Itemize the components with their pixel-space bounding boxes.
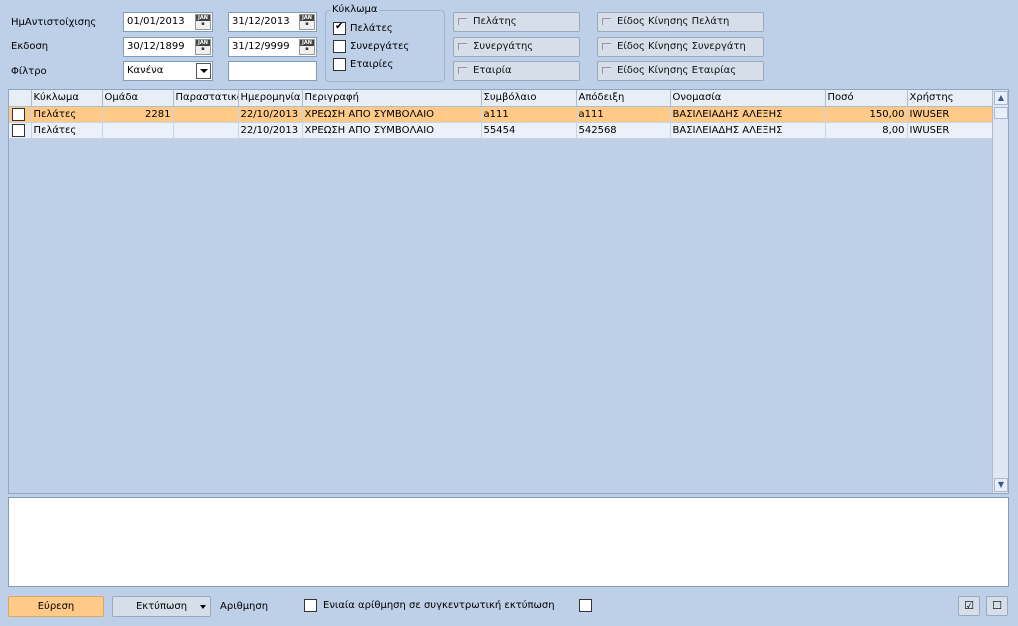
cell-circuit: Πελάτες	[31, 122, 103, 139]
notes-textarea[interactable]	[8, 497, 1009, 587]
column-header[interactable]: Απόδειξη	[576, 90, 671, 107]
cell-name: ΒΑΣΙΛΕΙΑΔΗΣ ΑΛΕΞΗΣ	[670, 106, 826, 123]
table-row[interactable]: Πελάτες 2281 22/10/2013 ΧΡΕΩΣΗ ΑΠΟ ΣΥΜΒΟ…	[9, 106, 994, 123]
cell-circuit: Πελάτες	[31, 106, 103, 123]
results-grid: Κύκλωμα Ομάδα Παραστατικό Ημερομηνία Περ…	[8, 89, 1009, 494]
checkbox[interactable]	[579, 599, 592, 612]
toggle-icon	[458, 42, 467, 50]
unified-numbering-option[interactable]: Ενιαία αρίθμηση σε συγκεντρωτική εκτύπωσ…	[304, 599, 555, 612]
column-header[interactable]: Συμβόλαιο	[481, 90, 577, 107]
toggle-icon	[602, 42, 611, 50]
cell-description: ΧΡΕΩΣΗ ΑΠΟ ΣΥΜΒΟΛΑΙΟ	[302, 122, 482, 139]
issue-from-field[interactable]: 30/12/1899 JAN ▪	[123, 37, 213, 57]
cell-user: IWUSER	[907, 106, 994, 123]
filter-select[interactable]: Κανένα	[123, 61, 213, 81]
column-header[interactable]: Ποσό	[825, 90, 908, 107]
column-header[interactable]: Κύκλωμα	[31, 90, 103, 107]
dropdown-arrow-icon[interactable]	[200, 605, 206, 609]
cell-contract: 55454	[481, 122, 577, 139]
extra-option[interactable]	[579, 599, 592, 612]
table-row[interactable]: Πελάτες 22/10/2013 ΧΡΕΩΣΗ ΑΠΟ ΣΥΜΒΟΛΑΙΟ …	[9, 122, 994, 139]
circuit-option-customers[interactable]: Πελάτες	[333, 21, 393, 35]
cell-document	[173, 106, 239, 123]
date-match-label: ΗμΑντιστοίχισης	[11, 17, 97, 28]
checkbox[interactable]	[333, 58, 346, 71]
check-all-button[interactable]: ☑	[958, 596, 980, 616]
numbering-label: Αριθμηση	[220, 601, 269, 612]
cell-amount: 8,00	[825, 122, 908, 139]
chevron-up-icon[interactable]: ▲	[994, 91, 1008, 105]
toggle-icon	[458, 17, 467, 25]
customer-toggle-button[interactable]: Πελάτης	[453, 12, 580, 32]
issue-from-value: 30/12/1899	[127, 41, 185, 52]
toggle-icon	[602, 66, 611, 74]
cell-receipt: 542568	[576, 122, 671, 139]
column-header[interactable]: Παραστατικό	[173, 90, 239, 107]
calendar-icon[interactable]: JAN ▪	[195, 14, 211, 30]
circuit-option-partners[interactable]: Συνεργάτες	[333, 40, 409, 53]
chevron-down-icon[interactable]	[196, 63, 211, 79]
issue-to-value: 31/12/9999	[232, 41, 290, 52]
company-toggle-button[interactable]: Εταιρία	[453, 61, 580, 81]
column-header[interactable]: Ομάδα	[102, 90, 174, 107]
column-header[interactable]: Περιγραφή	[302, 90, 482, 107]
cell-receipt: a111	[576, 106, 671, 123]
partner-movement-button[interactable]: Είδος Κίνησης Συνεργάτη	[597, 37, 764, 57]
company-movement-button[interactable]: Είδος Κίνησης Εταιρίας	[597, 61, 764, 81]
checkbox[interactable]	[333, 21, 346, 35]
filter-text-input[interactable]	[228, 61, 317, 81]
cell-contract: a111	[481, 106, 577, 123]
filter-select-value: Κανένα	[127, 65, 164, 76]
cell-amount: 150,00	[825, 106, 908, 123]
cell-document	[173, 122, 239, 139]
scrollbar-thumb[interactable]	[994, 107, 1008, 119]
partner-toggle-button[interactable]: Συνεργάτης	[453, 37, 580, 57]
cell-description: ΧΡΕΩΣΗ ΑΠΟ ΣΥΜΒΟΛΑΙΟ	[302, 106, 482, 123]
grid-header-row: Κύκλωμα Ομάδα Παραστατικό Ημερομηνία Περ…	[9, 90, 994, 107]
print-button[interactable]: Εκτύπωση	[112, 596, 211, 617]
row-checkbox[interactable]	[12, 123, 25, 137]
customer-movement-button[interactable]: Είδος Κίνησης Πελάτη	[597, 12, 764, 32]
column-header[interactable]: Ονομασία	[670, 90, 826, 107]
column-header[interactable]: Ημερομηνία	[238, 90, 303, 107]
chevron-down-icon[interactable]: ▼	[994, 478, 1008, 492]
issue-to-field[interactable]: 31/12/9999 JAN ▪	[228, 37, 317, 57]
calendar-icon[interactable]: JAN ▪	[195, 39, 211, 55]
cell-user: IWUSER	[907, 122, 994, 139]
checkbox[interactable]	[304, 599, 317, 612]
cell-group	[102, 122, 174, 139]
cell-date: 22/10/2013	[238, 106, 303, 123]
calendar-icon[interactable]: JAN ▪	[299, 39, 315, 55]
circuit-option-companies[interactable]: Εταιρίες	[333, 58, 393, 71]
grid-vertical-scrollbar[interactable]: ▲ ▼	[992, 90, 1008, 493]
calendar-icon[interactable]: JAN ▪	[299, 14, 315, 30]
cell-date: 22/10/2013	[238, 122, 303, 139]
toggle-icon	[458, 66, 467, 74]
column-header[interactable]: Χρήστης	[907, 90, 994, 107]
date-from-value: 01/01/2013	[127, 16, 185, 27]
filter-label: Φίλτρο	[11, 66, 47, 77]
find-button[interactable]: Εύρεση	[8, 596, 104, 617]
date-to-field[interactable]: 31/12/2013 JAN ▪	[228, 12, 317, 32]
select-column-header[interactable]	[9, 90, 32, 107]
row-checkbox[interactable]	[12, 107, 25, 121]
circuit-group-title: Κύκλωμα	[330, 4, 380, 15]
uncheck-all-button[interactable]: ☐	[986, 596, 1008, 616]
cell-group: 2281	[102, 106, 174, 123]
cell-name: ΒΑΣΙΛΕΙΑΔΗΣ ΑΛΕΞΗΣ	[670, 122, 826, 139]
checkbox[interactable]	[333, 40, 346, 53]
issue-label: Εκδοση	[11, 41, 49, 52]
date-from-field[interactable]: 01/01/2013 JAN ▪	[123, 12, 213, 32]
date-to-value: 31/12/2013	[232, 16, 290, 27]
toggle-icon	[602, 17, 611, 25]
